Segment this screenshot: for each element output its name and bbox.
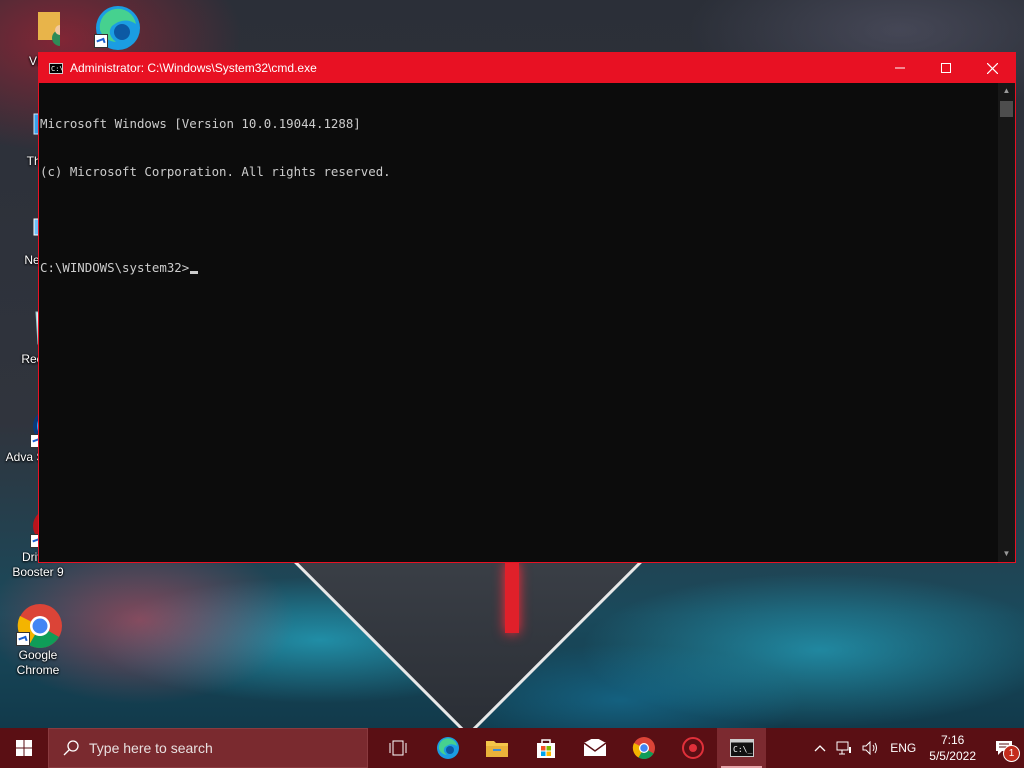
console-prompt: C:\WINDOWS\system32> (40, 260, 190, 275)
svg-text:C:\_: C:\_ (733, 745, 752, 754)
taskbar-driver-booster[interactable] (668, 728, 717, 768)
close-icon (986, 62, 998, 74)
store-icon (536, 739, 555, 758)
task-view-button[interactable] (374, 728, 423, 768)
taskbar-command-prompt[interactable]: C:\_ (717, 728, 766, 768)
cmd-icon: C:\_ (729, 739, 754, 757)
window-titlebar[interactable]: C:\ Administrator: C:\Windows\System32\c… (39, 53, 1015, 83)
notification-badge: 1 (1003, 745, 1020, 762)
driver-booster-icon (681, 737, 704, 759)
start-button[interactable] (0, 728, 48, 768)
folder-user-icon (16, 8, 68, 52)
chrome-icon (16, 602, 62, 648)
desktop-icon-label: Google Chrome (16, 648, 60, 677)
volume-button[interactable] (857, 728, 885, 768)
desktop-icon-edge[interactable] (78, 4, 154, 50)
wallpaper-accent (505, 563, 519, 633)
cmd-icon: C:\ (49, 62, 64, 74)
edge-icon (94, 4, 140, 50)
taskbar-search-box[interactable]: Type here to search (48, 728, 368, 768)
volume-icon (862, 741, 878, 755)
clock[interactable]: 7:16 5/5/2022 (921, 732, 984, 764)
console-prompt-line[interactable]: C:\WINDOWS\system32> (40, 260, 998, 276)
action-center-button[interactable]: 1 (984, 728, 1024, 768)
folder-icon (485, 741, 508, 757)
shortcut-arrow-icon (16, 632, 30, 646)
scroll-down-icon[interactable]: ▼ (998, 546, 1015, 562)
taskbar: Type here to search C:\_ ENG 7:16 5/5/20… (0, 728, 1024, 768)
taskbar-file-explorer[interactable] (472, 728, 521, 768)
edge-icon (436, 737, 459, 759)
minimize-icon (895, 67, 905, 69)
close-button[interactable] (969, 53, 1015, 83)
chevron-up-icon (814, 745, 826, 752)
clock-time: 7:16 (940, 733, 965, 747)
taskbar-microsoft-store[interactable] (521, 728, 570, 768)
chrome-icon (632, 737, 655, 759)
taskbar-chrome[interactable] (619, 728, 668, 768)
network-icon (836, 741, 852, 755)
taskbar-mail[interactable] (570, 728, 619, 768)
clock-date: 5/5/2022 (929, 749, 976, 763)
text-cursor (190, 271, 199, 274)
maximize-button[interactable] (923, 53, 969, 83)
console-output[interactable]: Microsoft Windows [Version 10.0.19044.12… (39, 83, 998, 562)
vertical-scrollbar[interactable]: ▲ ▼ (998, 83, 1015, 562)
windows-logo-icon (16, 740, 32, 756)
search-placeholder: Type here to search (89, 740, 213, 756)
console-line: (c) Microsoft Corporation. All rights re… (40, 164, 391, 179)
cmd-window[interactable]: C:\ Administrator: C:\Windows\System32\c… (38, 52, 1016, 563)
shortcut-arrow-icon (94, 34, 108, 48)
show-hidden-icons-button[interactable] (809, 728, 831, 768)
mail-icon (583, 739, 606, 756)
maximize-icon (941, 63, 951, 73)
scroll-thumb[interactable] (1000, 101, 1013, 117)
task-view-icon (389, 740, 406, 756)
console-line: Microsoft Windows [Version 10.0.19044.12… (40, 116, 361, 131)
taskbar-edge[interactable] (423, 728, 472, 768)
minimize-button[interactable] (877, 53, 923, 83)
scroll-up-icon[interactable]: ▲ (998, 83, 1015, 99)
network-status-button[interactable] (831, 728, 857, 768)
language-indicator[interactable]: ENG (885, 728, 921, 768)
window-title: Administrator: C:\Windows\System32\cmd.e… (70, 61, 317, 75)
system-tray: ENG 7:16 5/5/2022 1 (809, 728, 1024, 768)
desktop-icon-google-chrome[interactable]: Google Chrome (0, 602, 76, 678)
search-icon (63, 740, 79, 756)
